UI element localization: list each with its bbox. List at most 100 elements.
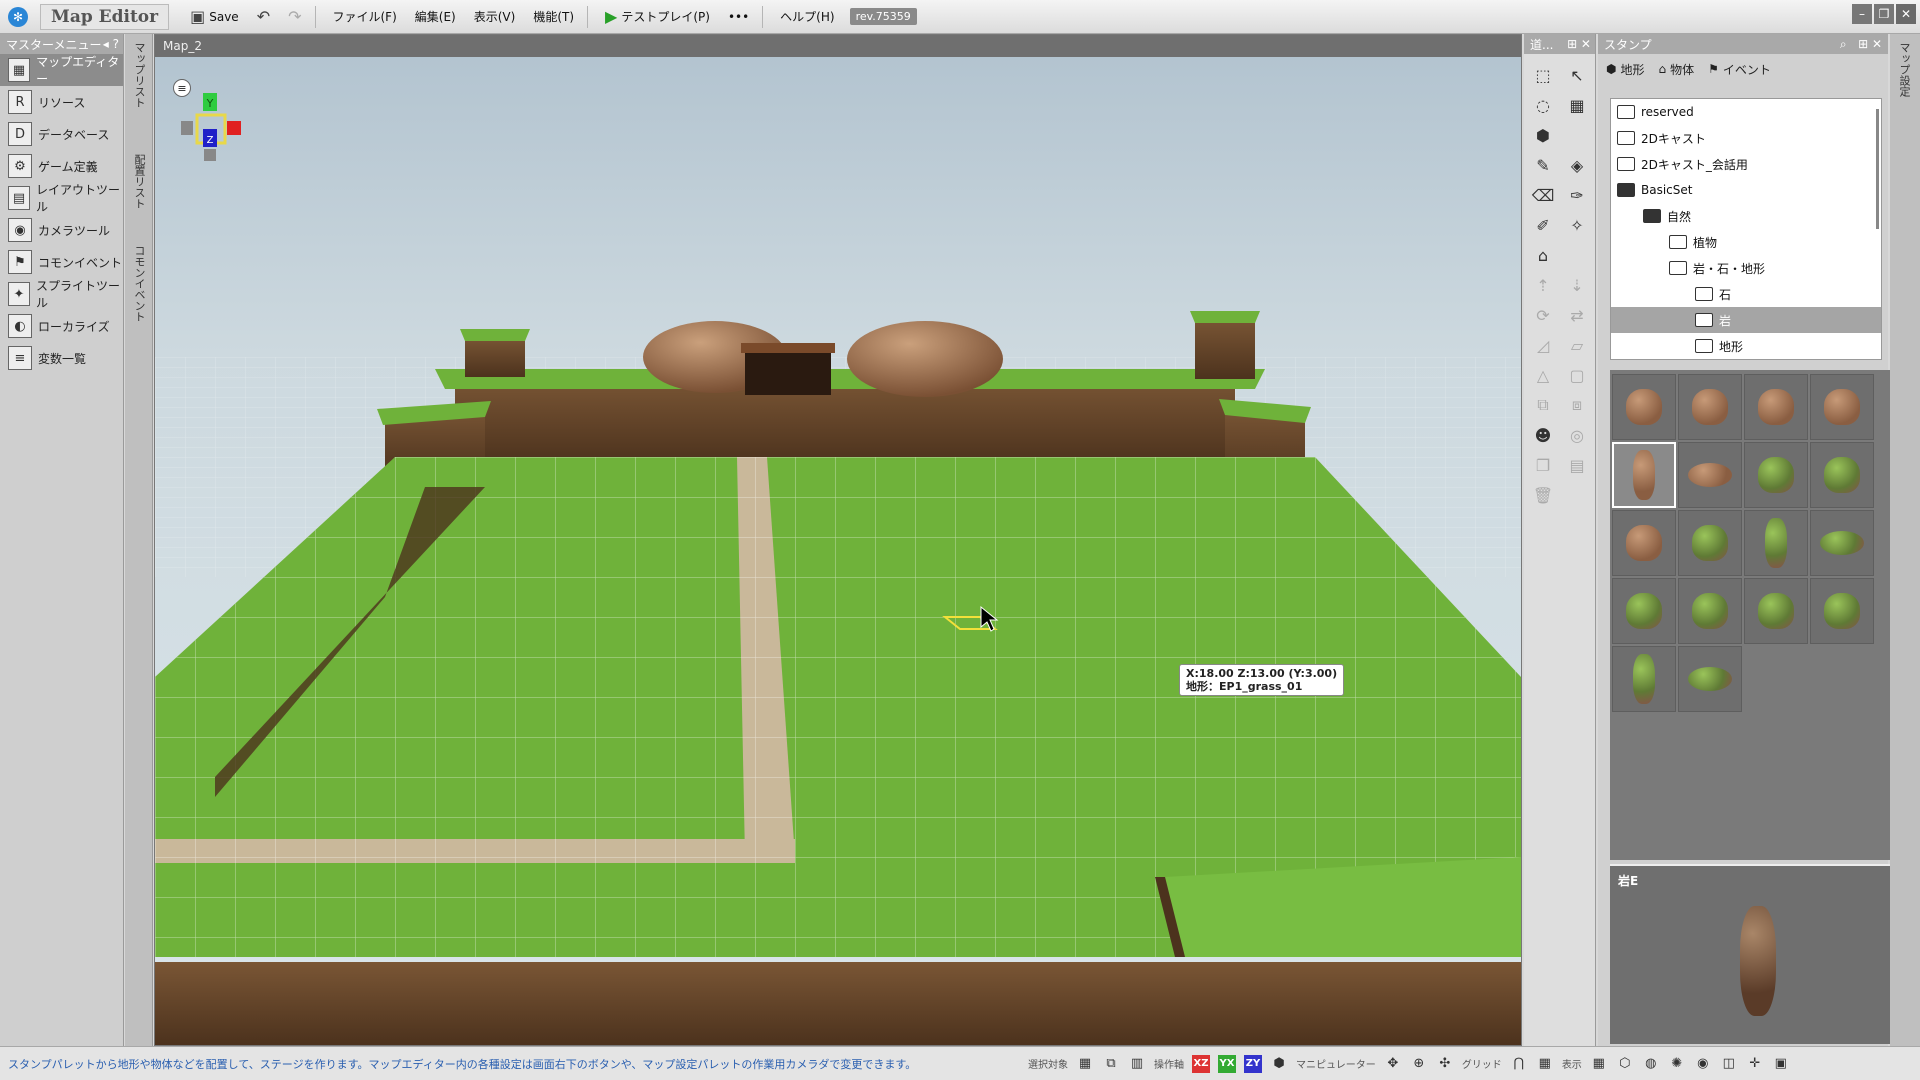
menu-item-variable-list[interactable]: ≡ 変数一覧: [0, 342, 123, 374]
menu-item-game-definition[interactable]: ⚙ ゲーム定義: [0, 150, 123, 182]
scene-canvas[interactable]: ≡ Y Z X:18.00 Z:13.00 (Y:3.00) 地形：EP1_gr…: [155, 57, 1521, 1045]
tree-item[interactable]: 2Dキャスト_会話用: [1611, 151, 1881, 177]
undo-button[interactable]: ↶: [250, 4, 277, 30]
display-terrain-icon[interactable]: ⬡: [1616, 1055, 1634, 1073]
stamp-thumbnail[interactable]: [1678, 646, 1742, 712]
menu-item-common-event[interactable]: ⚑ コモンイベント: [0, 246, 123, 278]
eyedropper-tool-icon[interactable]: ✑: [1562, 180, 1592, 210]
collapse-help-icons[interactable]: ◂ ?: [103, 37, 119, 51]
tree-item[interactable]: 植物: [1611, 229, 1881, 255]
testplay-button[interactable]: ▶ テストプレイ(P): [598, 4, 717, 30]
tab-object[interactable]: ⌂ 物体: [1659, 61, 1695, 78]
menu-item-map-editor[interactable]: ▦ マップエディター: [0, 54, 123, 86]
lower-tool-icon[interactable]: ⇣: [1562, 270, 1592, 300]
scale-gizmo-icon[interactable]: ✣: [1436, 1055, 1454, 1073]
stamp-thumbnail[interactable]: [1744, 578, 1808, 644]
select-all-icon[interactable]: ▦: [1076, 1055, 1094, 1073]
axis-xz-button[interactable]: XZ: [1192, 1054, 1210, 1073]
tab-map-settings[interactable]: マップ設定: [1890, 34, 1918, 105]
tab-map-list[interactable]: マップリスト: [125, 34, 153, 116]
grid-toggle-icon[interactable]: ▦: [1536, 1055, 1554, 1073]
minimize-icon[interactable]: –: [1852, 4, 1872, 24]
stamp-thumbnail[interactable]: [1810, 578, 1874, 644]
close-icon[interactable]: ✕: [1896, 4, 1916, 24]
triangle-tool-icon[interactable]: △: [1528, 360, 1558, 390]
file-menu[interactable]: ファイル(F): [326, 4, 404, 30]
stamp-thumbnail[interactable]: [1810, 442, 1874, 508]
house-tool-icon[interactable]: ⌂: [1528, 240, 1558, 270]
rect-select-tool-icon[interactable]: ⬚: [1528, 60, 1558, 90]
manipulator-icon[interactable]: ⬢: [1270, 1055, 1288, 1073]
box-tool-icon[interactable]: ▢: [1562, 360, 1592, 390]
tree-item[interactable]: 石: [1611, 281, 1881, 307]
tree-item[interactable]: 岩・石・地形: [1611, 255, 1881, 281]
rotate-tool-icon[interactable]: ⟳: [1528, 300, 1558, 330]
stamp-thumbnail[interactable]: [1810, 374, 1874, 440]
tab-common-event[interactable]: コモンイベント: [125, 237, 153, 330]
tree-item[interactable]: BasicSet: [1611, 177, 1881, 203]
axis-zy-button[interactable]: ZY: [1244, 1054, 1262, 1073]
tree-item[interactable]: 2Dキャスト: [1611, 125, 1881, 151]
stamp-thumbnail[interactable]: [1612, 578, 1676, 644]
menu-item-localize[interactable]: ◐ ローカライズ: [0, 310, 123, 342]
save-button[interactable]: ▣ Save: [183, 4, 246, 30]
more-options-button[interactable]: •••: [721, 4, 756, 30]
help-menu[interactable]: ヘルプ(H): [773, 4, 841, 30]
display-object-icon[interactable]: ◍: [1642, 1055, 1660, 1073]
paste-tool-icon[interactable]: ⧈: [1562, 390, 1592, 420]
cube-tool-icon[interactable]: ⬢: [1528, 120, 1558, 150]
pin-close-icons[interactable]: ⊞ ✕: [1567, 37, 1591, 51]
stamp-thumbnail[interactable]: [1678, 374, 1742, 440]
plane-tool-icon[interactable]: ▱: [1562, 330, 1592, 360]
stamp-thumbnail[interactable]: [1810, 510, 1874, 576]
stamp-thumbnail[interactable]: [1678, 578, 1742, 644]
stamp-thumbnail[interactable]: [1744, 510, 1808, 576]
grid-magnet-icon[interactable]: ⋂: [1510, 1055, 1528, 1073]
axis-gizmo-icon[interactable]: Y Z: [177, 87, 247, 167]
menu-item-camera-tool[interactable]: ◉ カメラツール: [0, 214, 123, 246]
redo-button[interactable]: ↷: [281, 4, 308, 30]
stamp-search-icon[interactable]: ⌕ ⊞ ✕: [1840, 37, 1882, 52]
tree-item[interactable]: reserved: [1611, 99, 1881, 125]
menu-item-database[interactable]: D データベース: [0, 118, 123, 150]
move-gizmo-icon[interactable]: ✥: [1384, 1055, 1402, 1073]
stamp-thumbnail[interactable]: [1612, 646, 1676, 712]
tree-item-selected[interactable]: 岩: [1611, 307, 1881, 333]
display-axis-icon[interactable]: ✛: [1746, 1055, 1764, 1073]
rotate-gizmo-icon[interactable]: ⊕: [1410, 1055, 1428, 1073]
view-menu[interactable]: 表示(V): [467, 4, 523, 30]
stamp-thumbnail[interactable]: [1678, 442, 1742, 508]
tab-terrain[interactable]: ⬢ 地形: [1606, 61, 1645, 78]
display-light-icon[interactable]: ✺: [1668, 1055, 1686, 1073]
tab-event[interactable]: ⚑ イベント: [1708, 61, 1771, 78]
pencil-tool-icon[interactable]: ✎: [1528, 150, 1558, 180]
display-layer-icon[interactable]: ▣: [1772, 1055, 1790, 1073]
stamp-thumbnail[interactable]: [1612, 374, 1676, 440]
slope-tool-icon[interactable]: ◿: [1528, 330, 1558, 360]
lasso-tool-icon[interactable]: ◌: [1528, 90, 1558, 120]
person-tool-icon[interactable]: ☻: [1528, 420, 1558, 450]
axis-yx-button[interactable]: YX: [1218, 1054, 1236, 1073]
menu-item-layout-tool[interactable]: ▤ レイアウトツール: [0, 182, 123, 214]
flip-tool-icon[interactable]: ⇄: [1562, 300, 1592, 330]
stamp-thumbnail[interactable]: [1744, 442, 1808, 508]
select-object-icon[interactable]: ⧉: [1102, 1055, 1120, 1073]
tab-placement-list[interactable]: 配置リスト: [125, 146, 153, 217]
display-grid-icon[interactable]: ▦: [1590, 1055, 1608, 1073]
target-tool-icon[interactable]: ◎: [1562, 420, 1592, 450]
function-menu[interactable]: 機能(T): [526, 4, 581, 30]
raise-tool-icon[interactable]: ⇡: [1528, 270, 1558, 300]
bucket-tool-icon[interactable]: ◈: [1562, 150, 1592, 180]
stamp-thumbnail[interactable]: [1612, 510, 1676, 576]
tree-item[interactable]: 自然: [1611, 203, 1881, 229]
pointer-tool-icon[interactable]: ↖: [1562, 60, 1592, 90]
stamp-thumbnail[interactable]: [1678, 510, 1742, 576]
clipboard-tool-icon[interactable]: ▤: [1562, 450, 1592, 480]
eraser-tool-icon[interactable]: ⌫: [1528, 180, 1558, 210]
tree-item[interactable]: 地形: [1611, 333, 1881, 359]
edit-menu[interactable]: 編集(E): [408, 4, 463, 30]
brush-tool-icon[interactable]: ✐: [1528, 210, 1558, 240]
restore-icon[interactable]: ❐: [1874, 4, 1894, 24]
map-settings-vertical-tab[interactable]: マップ設定: [1890, 34, 1920, 1046]
tree-scrollbar[interactable]: [1876, 109, 1879, 229]
